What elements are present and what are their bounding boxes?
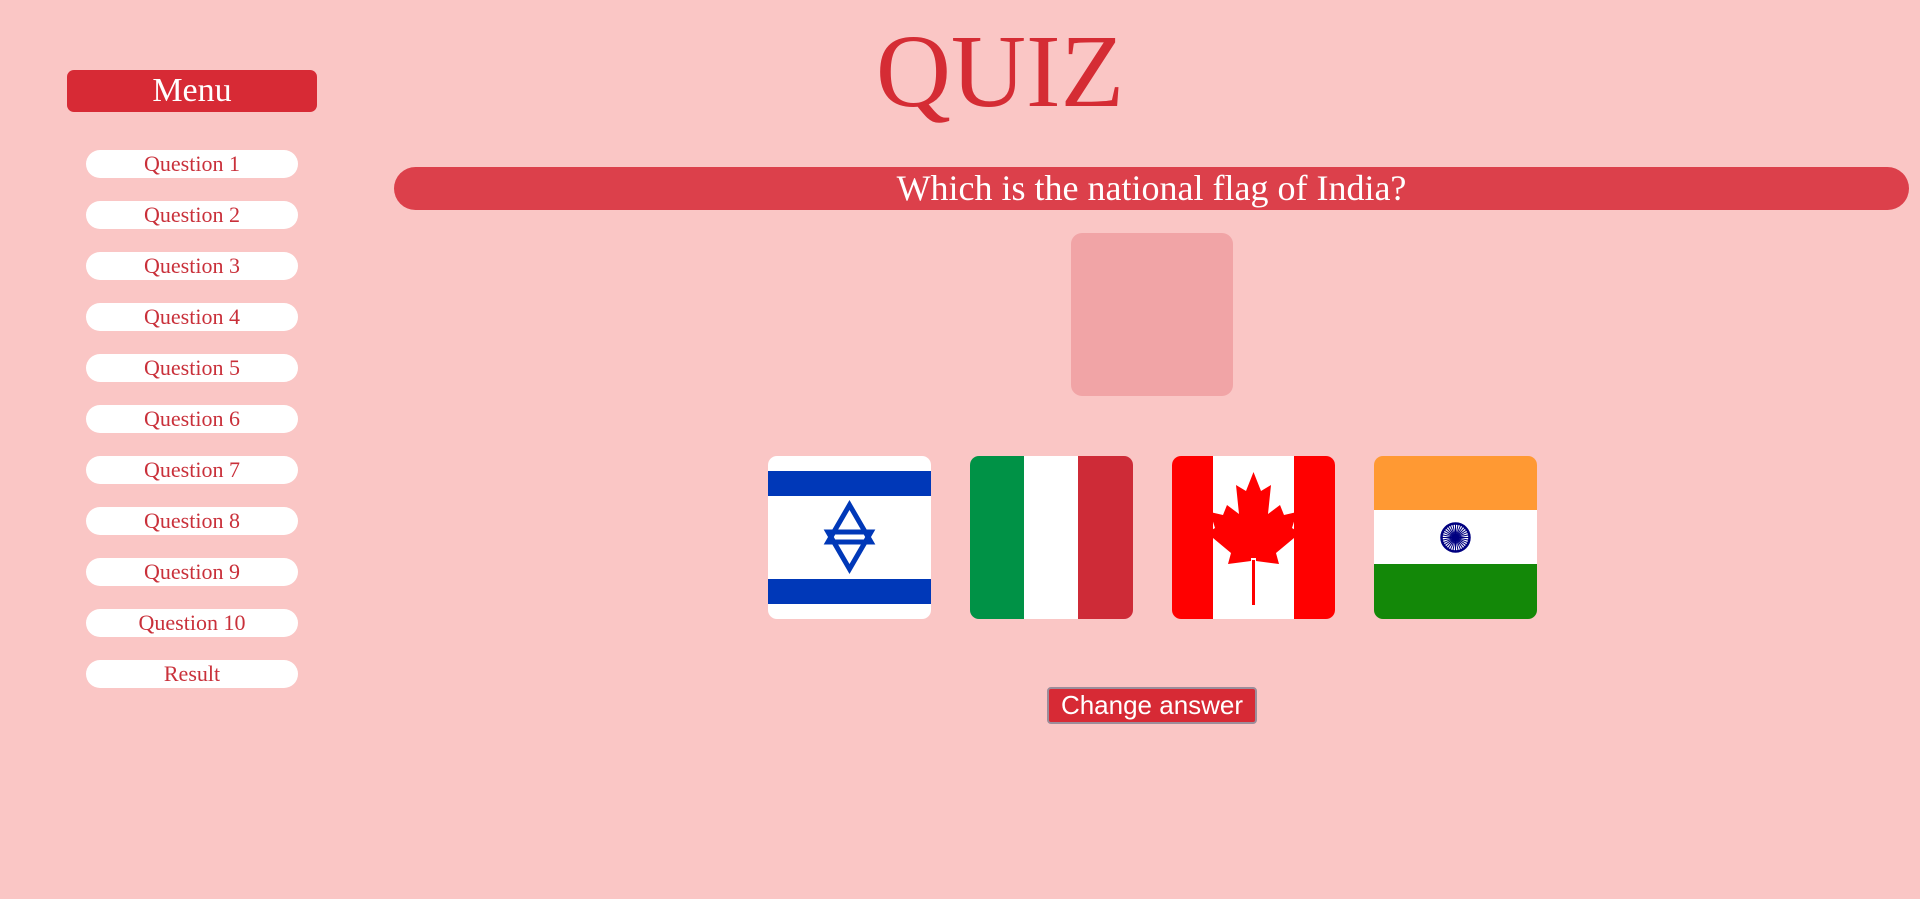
ashoka-chakra-icon [1440, 522, 1471, 553]
menu-item-question-10[interactable]: Question 10 [86, 609, 298, 637]
india-flag-icon[interactable] [1374, 456, 1537, 619]
menu-item-question-2[interactable]: Question 2 [86, 201, 298, 229]
menu-item-question-4[interactable]: Question 4 [86, 303, 298, 331]
menu-item-result[interactable]: Result [86, 660, 298, 688]
italy-flag-icon[interactable] [970, 456, 1133, 619]
menu-item-question-6[interactable]: Question 6 [86, 405, 298, 433]
quiz-page: Menu Question 1 Question 2 Question 3 Qu… [0, 0, 1920, 899]
israel-flag-icon[interactable] [768, 456, 931, 619]
menu-item-question-5[interactable]: Question 5 [86, 354, 298, 382]
menu-item-question-9[interactable]: Question 9 [86, 558, 298, 586]
menu-item-question-8[interactable]: Question 8 [86, 507, 298, 535]
canada-flag-icon[interactable] [1172, 456, 1335, 619]
answer-drop-zone[interactable] [1071, 233, 1233, 396]
change-answer-button[interactable]: Change answer [1047, 687, 1257, 724]
menu-list: Question 1 Question 2 Question 3 Questio… [86, 150, 298, 711]
menu-item-question-3[interactable]: Question 3 [86, 252, 298, 280]
menu-item-question-7[interactable]: Question 7 [86, 456, 298, 484]
question-text: Which is the national flag of India? [394, 167, 1909, 210]
page-title: QUIZ [875, 14, 1125, 129]
menu-item-question-1[interactable]: Question 1 [86, 150, 298, 178]
